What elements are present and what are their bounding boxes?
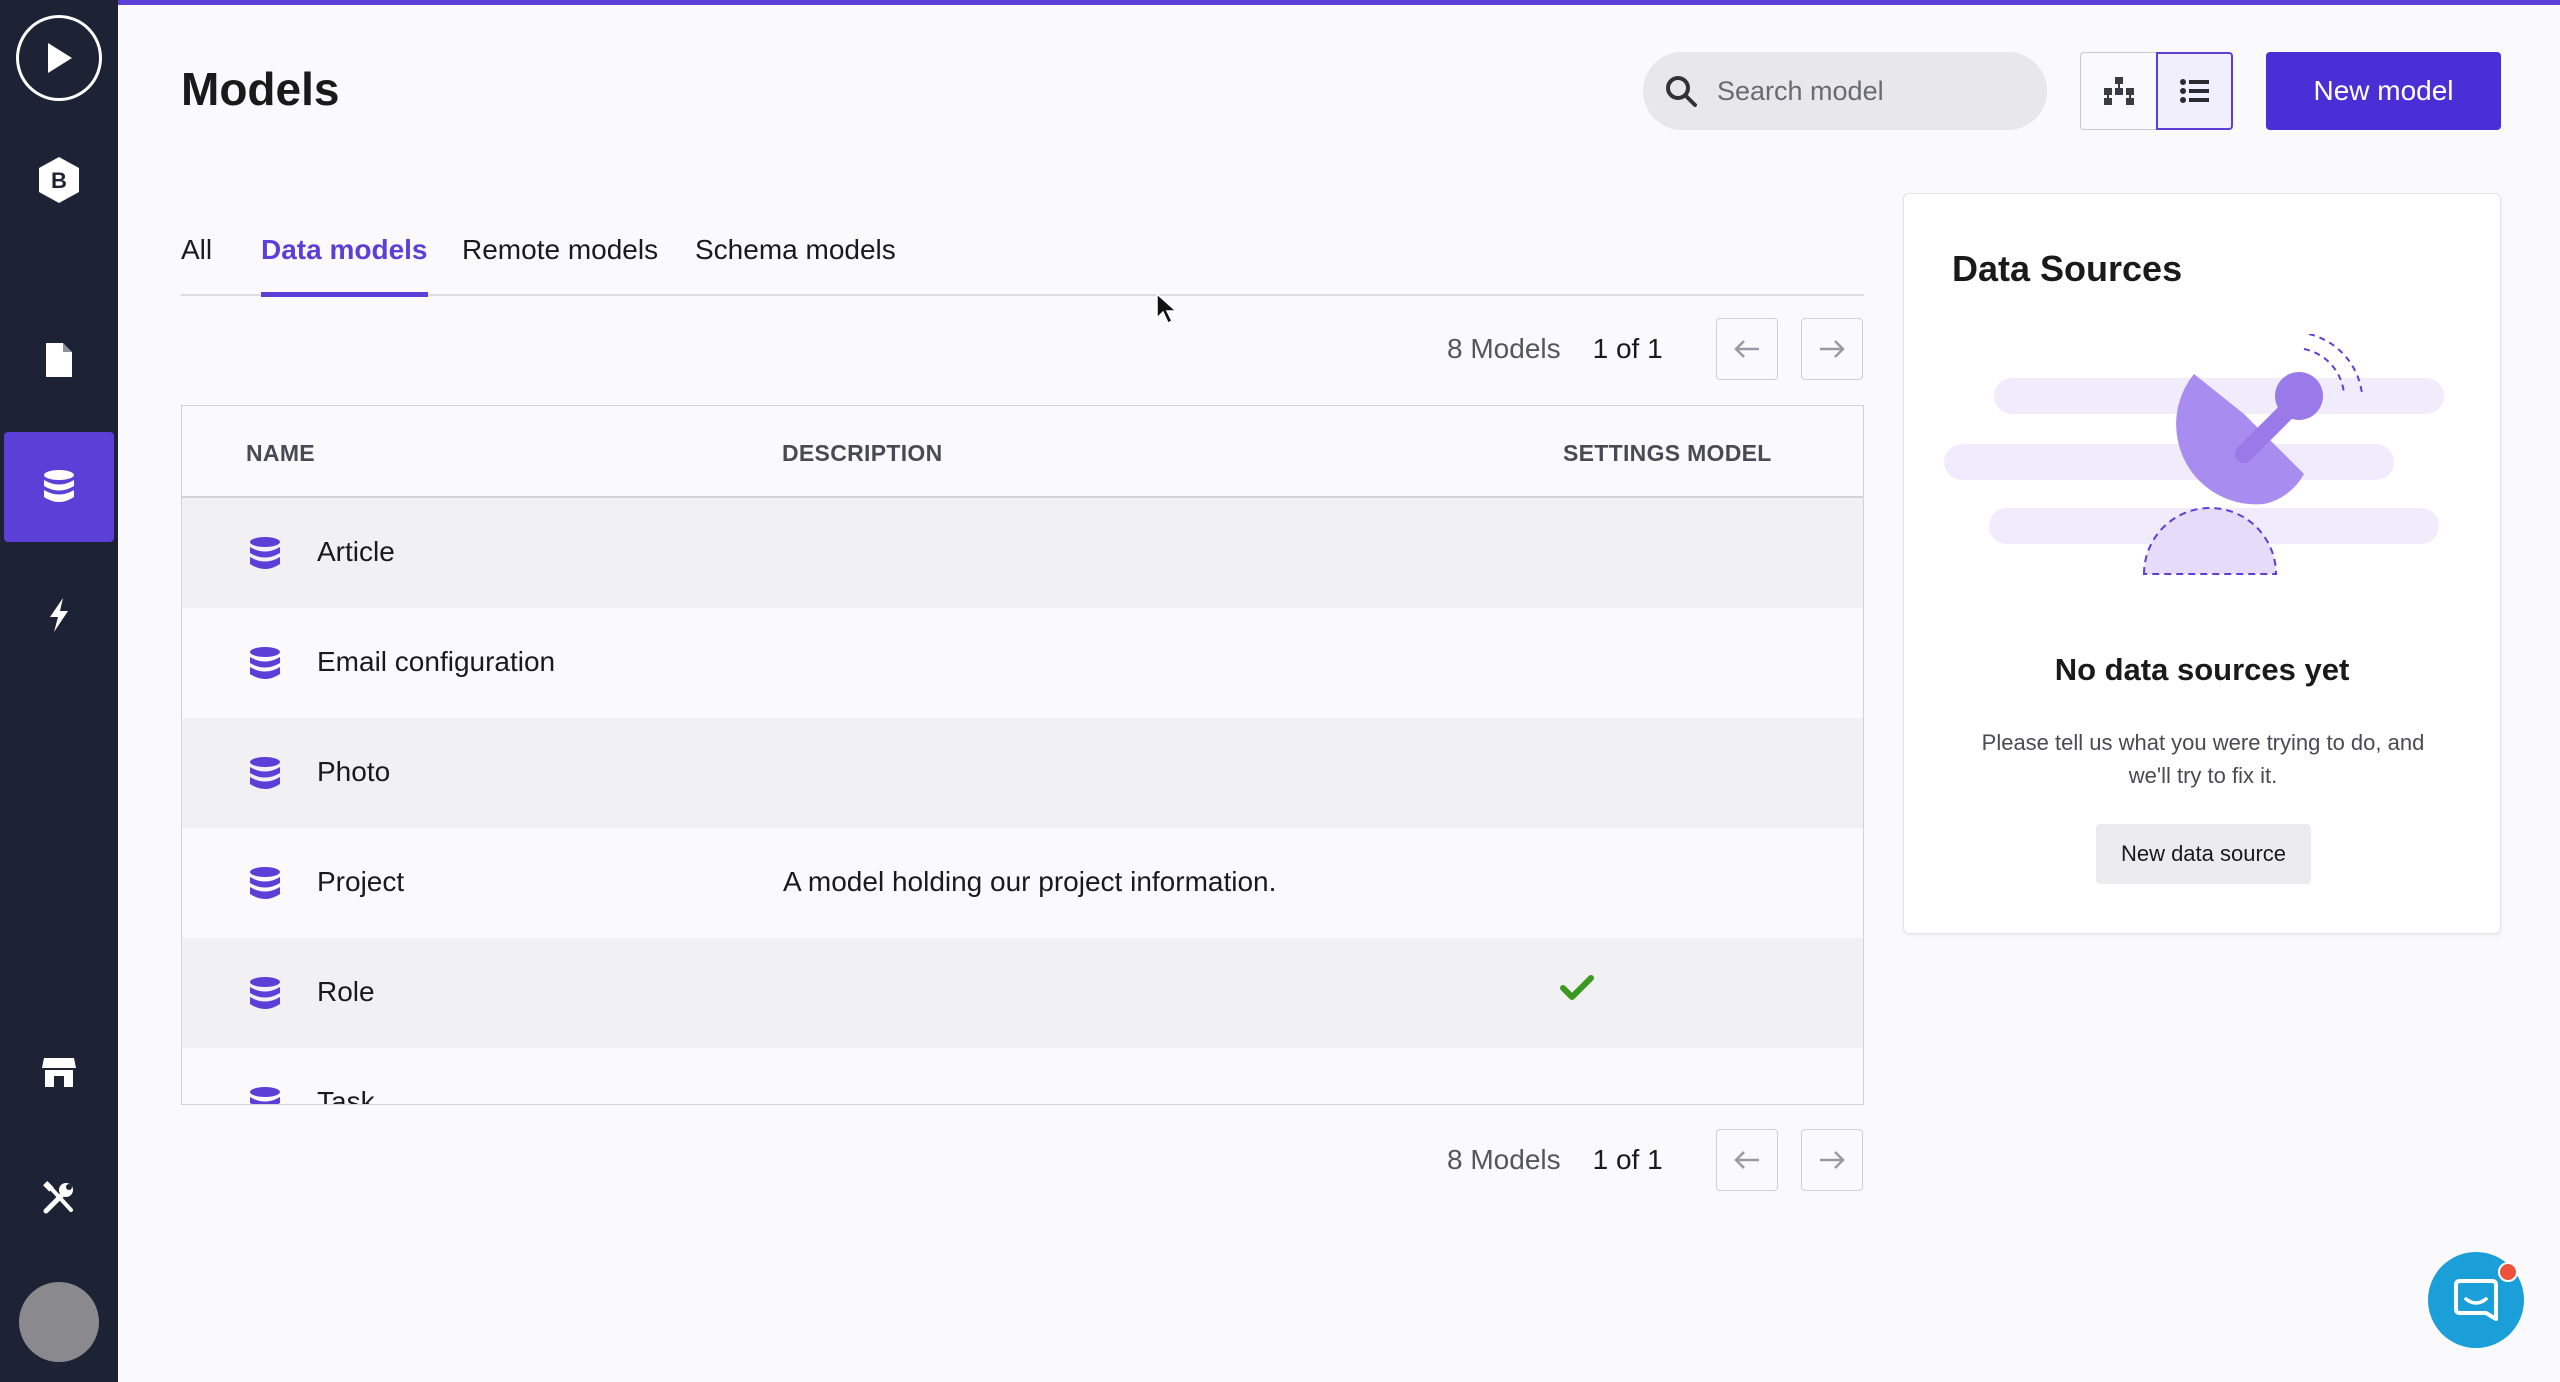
- search-icon: [1666, 76, 1697, 107]
- model-description: A model holding our project information.: [783, 866, 1277, 897]
- model-name: Role: [317, 976, 375, 1007]
- pagination-bottom: 8 Models 1 of 1: [1447, 1129, 1663, 1191]
- next-page-button[interactable]: [1801, 1129, 1863, 1191]
- column-description[interactable]: DESCRIPTION: [782, 440, 942, 467]
- arrow-right-icon: [1820, 1151, 1845, 1169]
- logo-letter: B: [51, 168, 67, 193]
- model-count: 8 Models: [1447, 1144, 1561, 1175]
- database-icon: [250, 867, 280, 899]
- view-toggle: [2080, 52, 2233, 130]
- chat-launcher-button[interactable]: [2428, 1252, 2524, 1348]
- play-icon: [16, 15, 102, 101]
- new-model-button[interactable]: New model: [2266, 52, 2501, 130]
- user-avatar-button[interactable]: [0, 1282, 118, 1362]
- page-indicator: 1 of 1: [1592, 333, 1663, 364]
- prev-page-button[interactable]: [1716, 318, 1778, 380]
- list-view-button[interactable]: [2156, 52, 2233, 130]
- store-icon: [42, 1058, 76, 1087]
- table-row[interactable]: Email configuration: [182, 608, 1863, 718]
- bolt-icon: [50, 598, 68, 632]
- database-icon: [250, 647, 280, 679]
- models-table: NAME DESCRIPTION SETTINGS MODEL Article …: [181, 405, 1864, 1105]
- model-name: Project: [317, 866, 405, 897]
- diagram-icon: [2103, 77, 2134, 105]
- b-logo-icon: B: [39, 157, 79, 203]
- database-icon: [250, 977, 280, 1009]
- data-sources-title: Data Sources: [1952, 248, 2183, 289]
- avatar: [19, 1282, 99, 1362]
- tools-icon: [43, 1181, 73, 1214]
- document-icon: [46, 343, 72, 377]
- table-row[interactable]: Project A model holding our project info…: [182, 828, 1863, 938]
- sidebar-logo[interactable]: B: [0, 150, 118, 210]
- notification-dot: [2498, 1262, 2518, 1282]
- next-page-button[interactable]: [1801, 318, 1863, 380]
- tab-remote-models[interactable]: Remote models: [462, 234, 658, 292]
- model-name: Photo: [317, 756, 391, 787]
- new-data-source-button[interactable]: New data source: [2096, 824, 2311, 884]
- table-row[interactable]: Role: [182, 938, 1863, 1048]
- page-indicator: 1 of 1: [1592, 1144, 1663, 1175]
- model-name: Email configuration: [317, 646, 556, 677]
- column-settings-model[interactable]: SETTINGS MODEL: [1563, 440, 1772, 467]
- page-title: Models: [181, 63, 340, 115]
- pagination-top: 8 Models 1 of 1: [1447, 318, 1663, 380]
- arrow-left-icon: [1734, 340, 1759, 358]
- sidebar-item-pages[interactable]: [0, 330, 118, 390]
- tab-data-models[interactable]: Data models: [261, 234, 428, 297]
- diagram-view-button[interactable]: [2080, 52, 2157, 130]
- check-icon: [1560, 975, 1594, 1000]
- chat-icon: [2454, 1279, 2498, 1321]
- model-name: Task: [317, 1086, 375, 1105]
- sidebar-item-store[interactable]: [0, 1042, 118, 1102]
- sidebar-item-models[interactable]: [0, 432, 118, 542]
- search-input[interactable]: [1715, 74, 2019, 108]
- sidebar-item-tools[interactable]: [0, 1168, 118, 1228]
- data-sources-panel: Data Sources No data sources yet Please …: [1903, 193, 2501, 934]
- sidebar-play[interactable]: [0, 10, 118, 106]
- sidebar: B: [0, 0, 118, 1382]
- model-tabs: All Data models Remote models Schema mod…: [181, 228, 1864, 297]
- arrow-left-icon: [1734, 1151, 1759, 1169]
- database-icon: [250, 1087, 280, 1104]
- model-name: Article: [317, 536, 395, 567]
- empty-state-text: Please tell us what you were trying to d…: [1981, 730, 2425, 788]
- database-icon: [250, 537, 280, 569]
- empty-state-title: No data sources yet: [2054, 652, 2350, 687]
- search-box[interactable]: [1643, 52, 2047, 130]
- tab-all[interactable]: All: [181, 234, 212, 292]
- column-name[interactable]: NAME: [246, 440, 315, 467]
- model-count: 8 Models: [1447, 333, 1561, 364]
- table-row[interactable]: Photo: [182, 718, 1863, 828]
- table-row[interactable]: Article: [182, 498, 1863, 608]
- list-icon: [2179, 79, 2209, 103]
- table-row[interactable]: Task: [182, 1048, 1863, 1105]
- top-accent-bar: [118, 0, 2560, 5]
- arrow-right-icon: [1820, 340, 1845, 358]
- sidebar-item-actions[interactable]: [0, 585, 118, 645]
- tab-schema-models[interactable]: Schema models: [695, 234, 896, 292]
- satellite-dish-illustration: [1944, 334, 2444, 575]
- database-icon: [44, 470, 74, 502]
- table-header: NAME DESCRIPTION SETTINGS MODEL: [182, 406, 1863, 498]
- mouse-cursor-icon: [1156, 292, 1178, 325]
- database-icon: [250, 757, 280, 789]
- prev-page-button[interactable]: [1716, 1129, 1778, 1191]
